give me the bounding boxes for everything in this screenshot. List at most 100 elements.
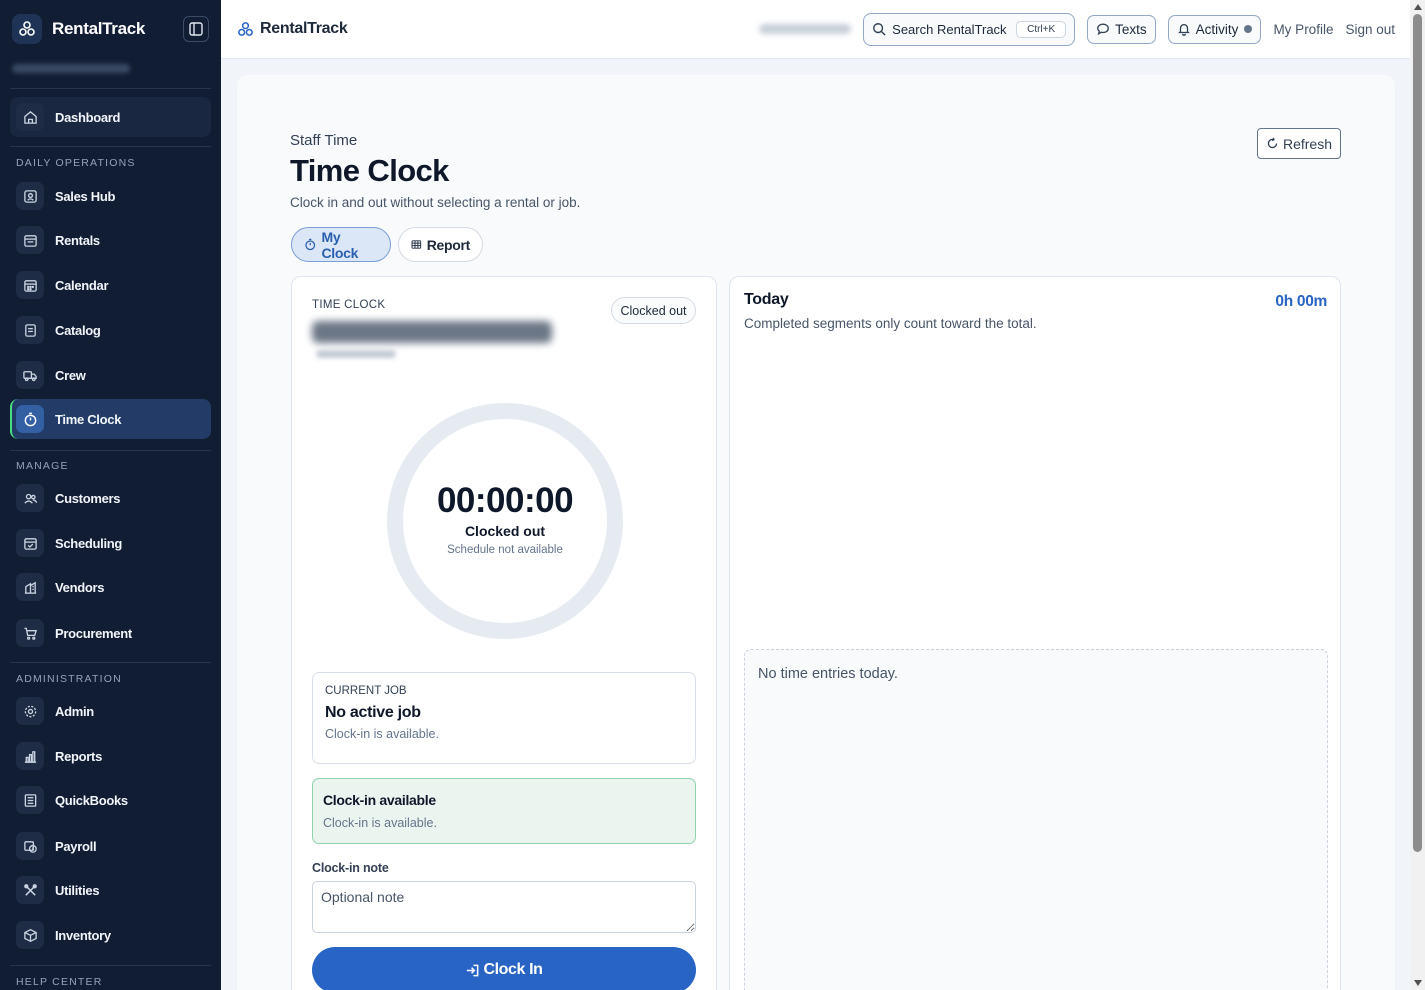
availability-title: Clock-in available — [323, 792, 436, 808]
chat-bubble-icon — [1097, 23, 1110, 36]
scrollbar-thumb[interactable] — [1413, 14, 1422, 852]
gear-icon — [16, 697, 44, 725]
sidebar-section-daily-operations: DAILY OPERATIONS — [16, 157, 136, 169]
sidebar-item-label: Procurement — [55, 625, 132, 641]
sidebar-item-rentals[interactable]: Rentals — [10, 220, 211, 260]
sidebar-item-label: Calendar — [55, 277, 109, 293]
sidebar-item-crew[interactable]: Crew — [10, 355, 211, 395]
sidebar-item-dashboard[interactable]: Dashboard — [10, 97, 211, 137]
main-content: Staff Time Time Clock Clock in and out w… — [237, 75, 1395, 990]
sidebar-item-label: Sales Hub — [55, 188, 116, 204]
sidebar-item-label: Vendors — [55, 579, 105, 595]
sidebar-item-label: Time Clock — [55, 411, 122, 427]
calendar-check-icon — [16, 226, 44, 254]
refresh-label: Refresh — [1282, 135, 1333, 152]
sidebar: RentalTrack Dashboard DAILY OPERATIONS S… — [0, 0, 221, 990]
bar-chart-icon — [16, 742, 44, 770]
sidebar-app-name: RentalTrack — [52, 19, 146, 38]
sidebar-section-manage: MANAGE — [16, 460, 69, 472]
sidebar-item-admin[interactable]: Admin — [10, 691, 211, 731]
clock-in-note-label: Clock-in note — [312, 861, 389, 875]
sign-out-link[interactable]: Sign out — [1345, 22, 1395, 37]
users-icon — [16, 484, 44, 512]
payroll-icon — [16, 832, 44, 860]
search-shortcut: Ctrl+K — [1016, 20, 1067, 38]
status-badge: Clocked out — [611, 297, 696, 324]
sidebar-item-sales-hub[interactable]: Sales Hub — [10, 176, 211, 216]
sidebar-item-calendar[interactable]: Calendar — [10, 265, 211, 305]
search-label: Search RentalTrack — [892, 21, 1007, 37]
activity-button[interactable]: Activity — [1167, 14, 1262, 44]
sidebar-item-quickbooks[interactable]: QuickBooks — [10, 780, 211, 820]
sidebar-collapse-button[interactable] — [183, 16, 209, 42]
stopwatch-icon — [16, 405, 44, 433]
greeting-subtext-redacted — [316, 350, 396, 358]
search-button[interactable]: Search RentalTrack Ctrl+K — [863, 12, 1076, 46]
elapsed-timer: 00:00:00 — [436, 481, 574, 520]
sidebar-section-administration: ADMINISTRATION — [16, 673, 122, 685]
sidebar-item-utilities[interactable]: Utilities — [10, 870, 211, 910]
sidebar-item-customers[interactable]: Customers — [10, 478, 211, 518]
today-total-hours: 0h 00m — [1275, 293, 1327, 310]
schedule-status: Schedule not available — [447, 544, 563, 556]
timer-status: Clocked out — [464, 523, 546, 539]
sidebar-item-vendors[interactable]: Vendors — [10, 567, 211, 607]
rentaltrack-logo-icon — [12, 14, 42, 44]
scroll-up-arrow-icon[interactable] — [1414, 4, 1422, 10]
sidebar-section-help-center: HELP CENTER — [16, 976, 103, 988]
sidebar-item-reports[interactable]: Reports — [10, 736, 211, 776]
tab-report[interactable]: Report — [398, 227, 483, 262]
clock-in-note-input[interactable] — [312, 881, 696, 933]
sidebar-item-procurement[interactable]: Procurement — [10, 613, 211, 653]
sidebar-brand: RentalTrack — [0, 0, 221, 58]
sidebar-item-inventory[interactable]: Inventory — [10, 915, 211, 955]
id-badge-icon — [16, 182, 44, 210]
page-scrollbar[interactable] — [1410, 0, 1425, 990]
page-title: Time Clock — [290, 153, 449, 188]
sign-in-icon — [467, 964, 479, 976]
calendar-check-icon — [16, 529, 44, 557]
texts-button[interactable]: Texts — [1087, 14, 1156, 44]
current-job-subtitle: Clock-in is available. — [325, 727, 439, 741]
time-clock-card: TIME CLOCK Clocked out 00:00:00 Clocked … — [291, 276, 717, 990]
sidebar-item-label: Payroll — [55, 838, 97, 854]
clock-in-button[interactable]: Clock In — [312, 947, 696, 990]
current-job-eyebrow: CURRENT JOB — [325, 685, 407, 697]
texts-label: Texts — [1115, 21, 1147, 37]
today-card: Today 0h 00m Completed segments only cou… — [729, 276, 1341, 990]
home-icon — [16, 103, 44, 131]
activity-status-dot — [1244, 25, 1253, 33]
sidebar-user-redacted — [12, 58, 209, 78]
availability-subtitle: Clock-in is available. — [323, 816, 437, 830]
top-bar: RentalTrack Search RentalTrack Ctrl+K Te… — [221, 0, 1410, 59]
time-clock-eyebrow: TIME CLOCK — [312, 299, 386, 311]
page-eyebrow: Staff Time — [290, 132, 358, 149]
search-icon — [873, 23, 886, 36]
activity-label: Activity — [1195, 21, 1239, 37]
clock-in-label: Clock In — [483, 961, 543, 978]
ledger-icon — [16, 786, 44, 814]
sidebar-item-label: Customers — [55, 490, 121, 506]
timer-ring — [387, 403, 623, 639]
sidebar-item-label: Crew — [55, 367, 86, 383]
tools-icon — [16, 876, 44, 904]
user-name-redacted — [759, 24, 852, 34]
cart-icon — [16, 619, 44, 647]
refresh-button[interactable]: Refresh — [1257, 128, 1341, 159]
refresh-icon — [1267, 137, 1278, 149]
calendar-icon — [16, 271, 44, 299]
tab-my-clock[interactable]: My Clock — [291, 227, 391, 262]
building-icon — [16, 573, 44, 601]
sidebar-item-label: Scheduling — [55, 535, 123, 551]
sidebar-item-payroll[interactable]: Payroll — [10, 826, 211, 866]
current-job-panel: CURRENT JOB No active job Clock-in is av… — [312, 672, 696, 764]
my-profile-link[interactable]: My Profile — [1273, 22, 1333, 37]
sidebar-item-time-clock[interactable]: Time Clock — [10, 399, 211, 439]
page-subtitle: Clock in and out without selecting a ren… — [290, 195, 581, 210]
topbar-brand[interactable]: RentalTrack — [237, 20, 348, 38]
sidebar-item-scheduling[interactable]: Scheduling — [10, 523, 211, 563]
sidebar-item-catalog[interactable]: Catalog — [10, 310, 211, 350]
today-title: Today — [744, 291, 789, 308]
scroll-down-arrow-icon[interactable] — [1414, 980, 1422, 986]
sidebar-item-label: QuickBooks — [55, 792, 128, 808]
